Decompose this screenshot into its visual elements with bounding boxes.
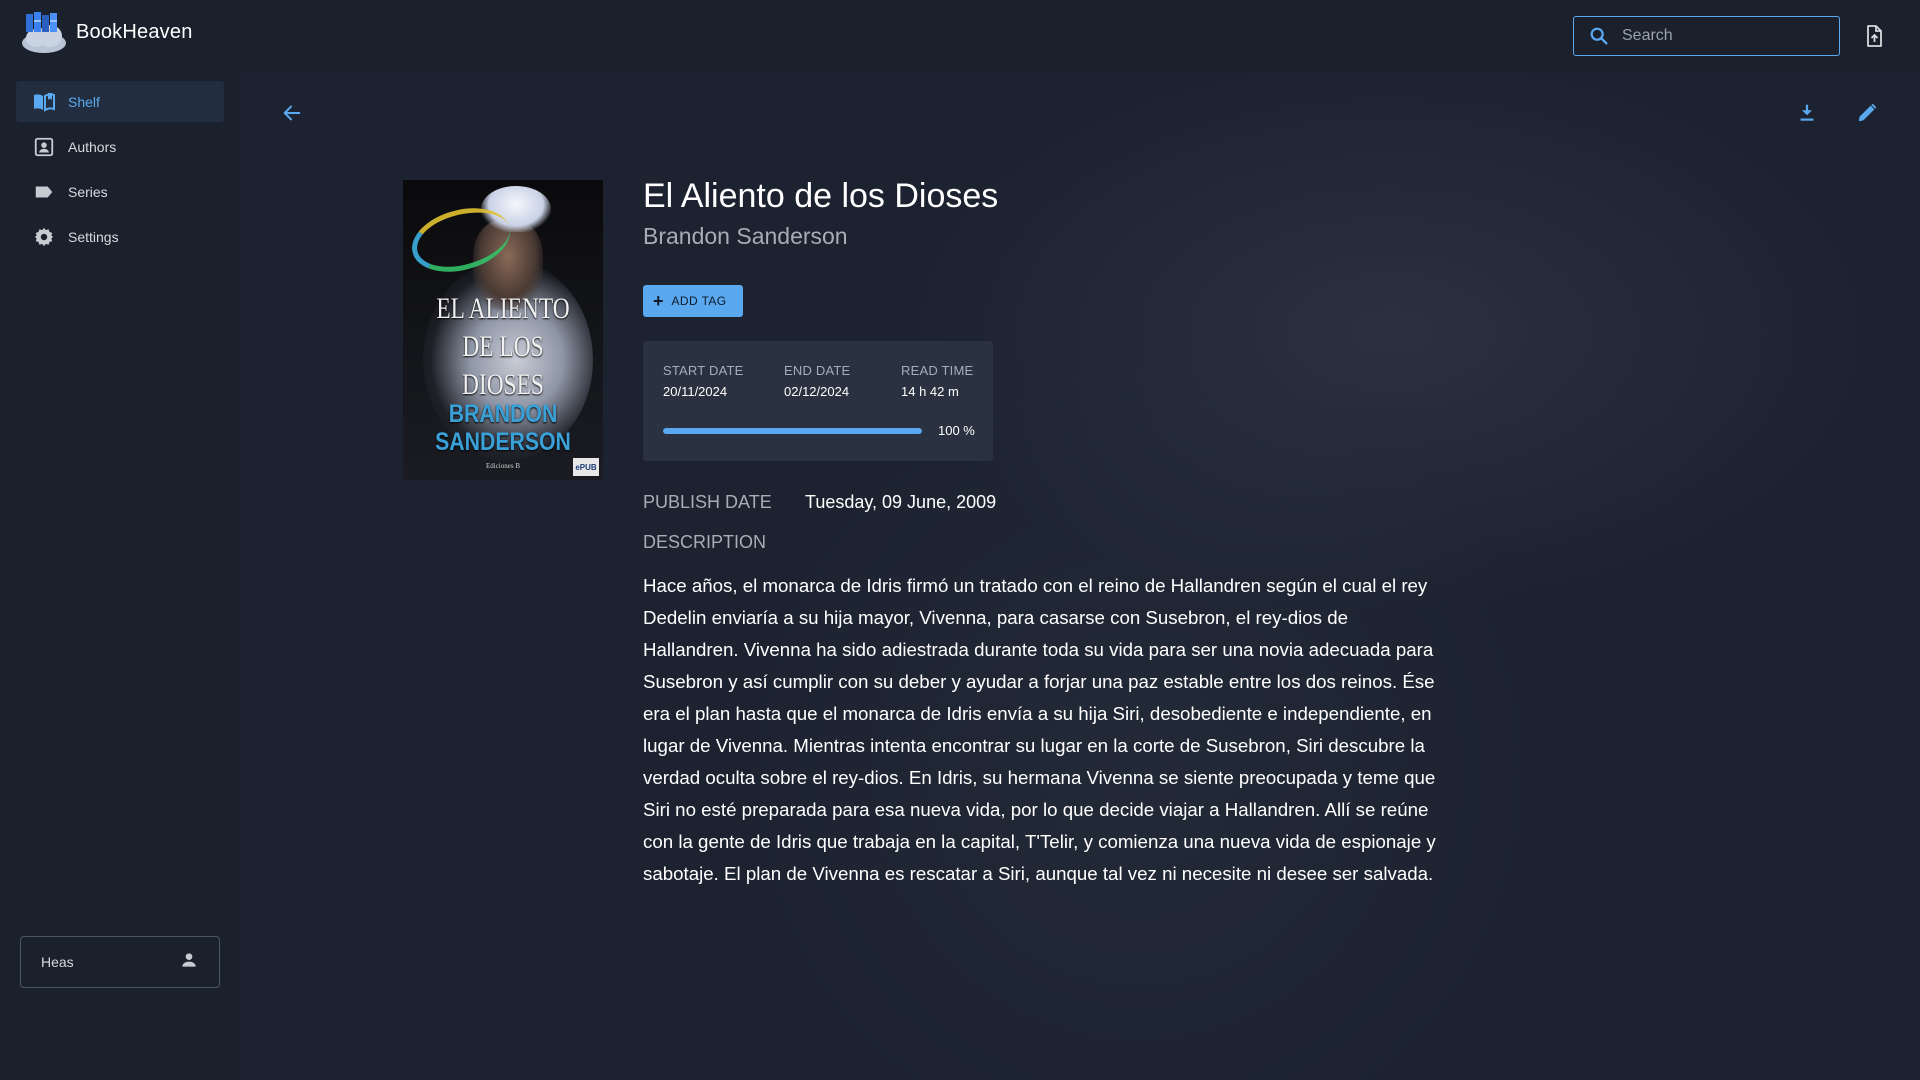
plus-icon: +: [653, 291, 664, 311]
download-button[interactable]: [1793, 101, 1821, 129]
sidebar-item-series[interactable]: Series: [16, 171, 224, 212]
sidebar-item-label: Shelf: [68, 93, 100, 110]
sidebar-item-label: Series: [68, 183, 108, 200]
book-description: Hace años, el monarca de Idris firmó un …: [643, 575, 1436, 884]
read-time-value: 14 h 42 m: [901, 384, 959, 399]
add-tag-button[interactable]: + ADD TAG: [643, 285, 743, 317]
person-icon: [179, 950, 199, 975]
sidebar: Shelf Authors Series Settings Heas: [0, 72, 240, 1080]
cover-title: EL ALIENTO DE LOS DIOSES: [436, 292, 570, 401]
gear-icon: [32, 225, 56, 249]
publish-date-label: PUBLISH DATE: [643, 492, 772, 512]
arrow-left-icon: [281, 102, 303, 129]
label-icon: [32, 180, 56, 204]
end-date-value: 02/12/2024: [784, 384, 850, 399]
read-time: READ TIME 14 h 42 m: [901, 363, 973, 399]
edit-button[interactable]: [1853, 101, 1881, 129]
start-date-label: START DATE: [663, 363, 744, 378]
download-icon: [1796, 102, 1818, 129]
reading-progress-fill: [663, 428, 922, 434]
app-header: BookHeaven: [0, 0, 1920, 72]
sidebar-item-authors[interactable]: Authors: [16, 126, 224, 167]
reading-progress-bar: [663, 428, 922, 434]
description-label: DESCRIPTION: [643, 532, 767, 552]
sidebar-item-label: Authors: [68, 138, 117, 155]
sidebar-item-settings[interactable]: Settings: [16, 216, 224, 257]
end-date: END DATE 02/12/2024: [784, 363, 850, 399]
upload-file-icon[interactable]: [1862, 24, 1886, 48]
search-input[interactable]: [1622, 27, 1822, 45]
book-author[interactable]: Brandon Sanderson: [643, 223, 848, 250]
brand[interactable]: BookHeaven: [20, 10, 193, 54]
book-title: El Aliento de los Dioses: [643, 177, 999, 215]
book-open-icon: [32, 90, 56, 114]
read-time-label: READ TIME: [901, 363, 974, 378]
app-name: BookHeaven: [76, 20, 193, 43]
user-menu[interactable]: Heas: [20, 936, 220, 988]
cover-author: BRANDON SANDERSON: [435, 400, 571, 456]
sidebar-item-label: Settings: [68, 228, 119, 245]
start-date: START DATE 20/11/2024: [663, 363, 744, 399]
contact-icon: [32, 135, 56, 159]
start-date-value: 20/11/2024: [663, 384, 728, 399]
book-cover: EL ALIENTO DE LOS DIOSES BRANDON SANDERSON…: [403, 180, 603, 480]
epub-badge: ePUB: [573, 458, 599, 476]
add-tag-label: ADD TAG: [671, 294, 727, 308]
reading-stats-card: START DATE 20/11/2024 END DATE 02/12/202…: [643, 341, 993, 461]
search-icon: [1588, 25, 1610, 47]
pencil-icon: [1856, 102, 1878, 129]
user-name: Heas: [41, 954, 74, 970]
reading-progress-text: 100 %: [938, 423, 975, 438]
sidebar-item-shelf[interactable]: Shelf: [16, 81, 224, 122]
publish-date-value: Tuesday, 09 June, 2009: [805, 492, 997, 512]
end-date-label: END DATE: [784, 363, 851, 378]
bookheaven-logo-icon: [20, 10, 68, 54]
search-box[interactable]: [1573, 16, 1840, 56]
back-button[interactable]: [278, 101, 306, 129]
